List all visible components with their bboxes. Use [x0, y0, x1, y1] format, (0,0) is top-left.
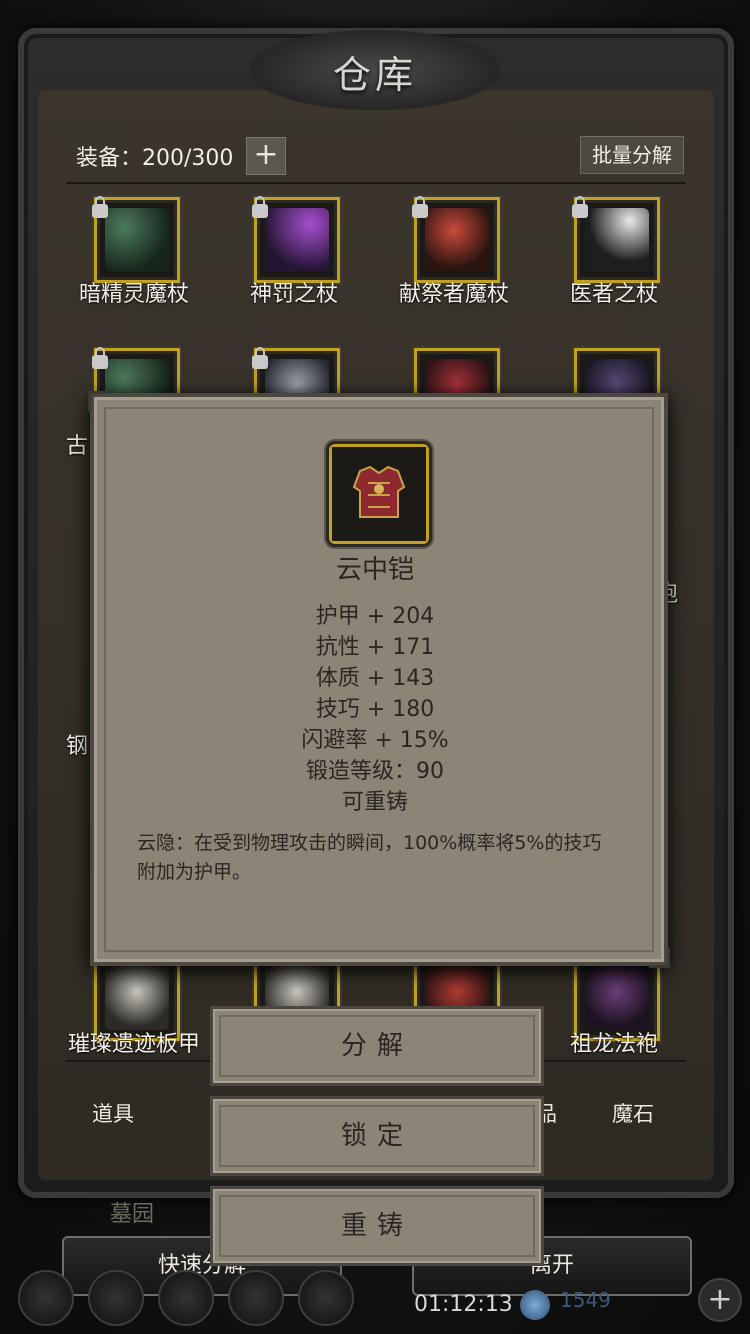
gem-count: 1549	[560, 1288, 611, 1312]
timer: 01:12:13	[414, 1292, 513, 1317]
tab-props[interactable]: 道具	[92, 1098, 134, 1128]
staff-icon	[265, 208, 329, 272]
stat-constitution: 体质 + 143	[315, 666, 435, 691]
stat-forge-level: 锻造等级：90	[306, 759, 444, 784]
item-name-title: 云中铠	[335, 555, 414, 585]
lock-icon	[252, 347, 268, 369]
item-name: 暗精灵魔杖	[78, 282, 189, 307]
lock-icon	[92, 347, 108, 369]
stat-skill: 技巧 + 180	[315, 697, 435, 722]
item-name: 祖龙法袍	[569, 1032, 658, 1057]
lock-icon	[412, 196, 428, 218]
lock-button[interactable]: 锁定	[210, 1096, 544, 1176]
menu-icon[interactable]	[88, 1270, 144, 1326]
chest-armor-icon	[332, 447, 426, 541]
divider-top	[66, 182, 686, 184]
item-name: 璀璨遗迹板甲	[67, 1032, 200, 1057]
menu-icon[interactable]	[298, 1270, 354, 1326]
stat-reforgeable: 可重铸	[341, 790, 408, 815]
staff-icon	[585, 208, 649, 272]
armor-icon	[105, 966, 169, 1030]
stat-armor: 护甲 + 204	[315, 604, 435, 629]
item-name: 神罚之杖	[249, 282, 338, 307]
item-icon-frame	[329, 444, 429, 544]
tab-magic-stone[interactable]: 魔石	[612, 1098, 654, 1128]
staff-icon	[425, 208, 489, 272]
add-slot-button[interactable]: +	[246, 137, 286, 175]
staff-icon	[105, 208, 169, 272]
stat-dodge: 闪避率 + 15%	[301, 728, 449, 753]
menu-icon[interactable]	[158, 1270, 214, 1326]
gem-icon	[520, 1290, 550, 1320]
item-name: 献祭者魔杖	[398, 282, 509, 307]
warehouse-title: 仓库	[332, 53, 417, 97]
item-tooltip: 云中铠 护甲 + 204 抗性 + 171 体质 + 143 技巧 + 180 …	[88, 391, 670, 968]
reforge-button[interactable]: 重铸	[210, 1186, 544, 1266]
lock-icon	[572, 196, 588, 218]
bulk-decompose-button[interactable]: 批量分解	[580, 136, 684, 174]
add-gems-button[interactable]: +	[698, 1278, 742, 1322]
scene-label: 墓园	[110, 1202, 155, 1227]
lock-icon	[92, 196, 108, 218]
robe-icon	[585, 966, 649, 1030]
menu-icon[interactable]	[228, 1270, 284, 1326]
lock-icon	[252, 196, 268, 218]
decompose-button[interactable]: 分解	[210, 1006, 544, 1086]
stat-resistance: 抗性 + 171	[315, 635, 435, 660]
equip-count: 装备：200/300	[76, 146, 234, 171]
item-name: 医者之杖	[569, 282, 658, 307]
stat-list: 护甲 + 204 抗性 + 171 体质 + 143 技巧 + 180 闪避率 …	[94, 601, 656, 818]
item-description: 云隐：在受到物理攻击的瞬间，100%概率将5%的技巧附加为护甲。	[137, 832, 602, 883]
gear-icon[interactable]	[18, 1270, 74, 1326]
